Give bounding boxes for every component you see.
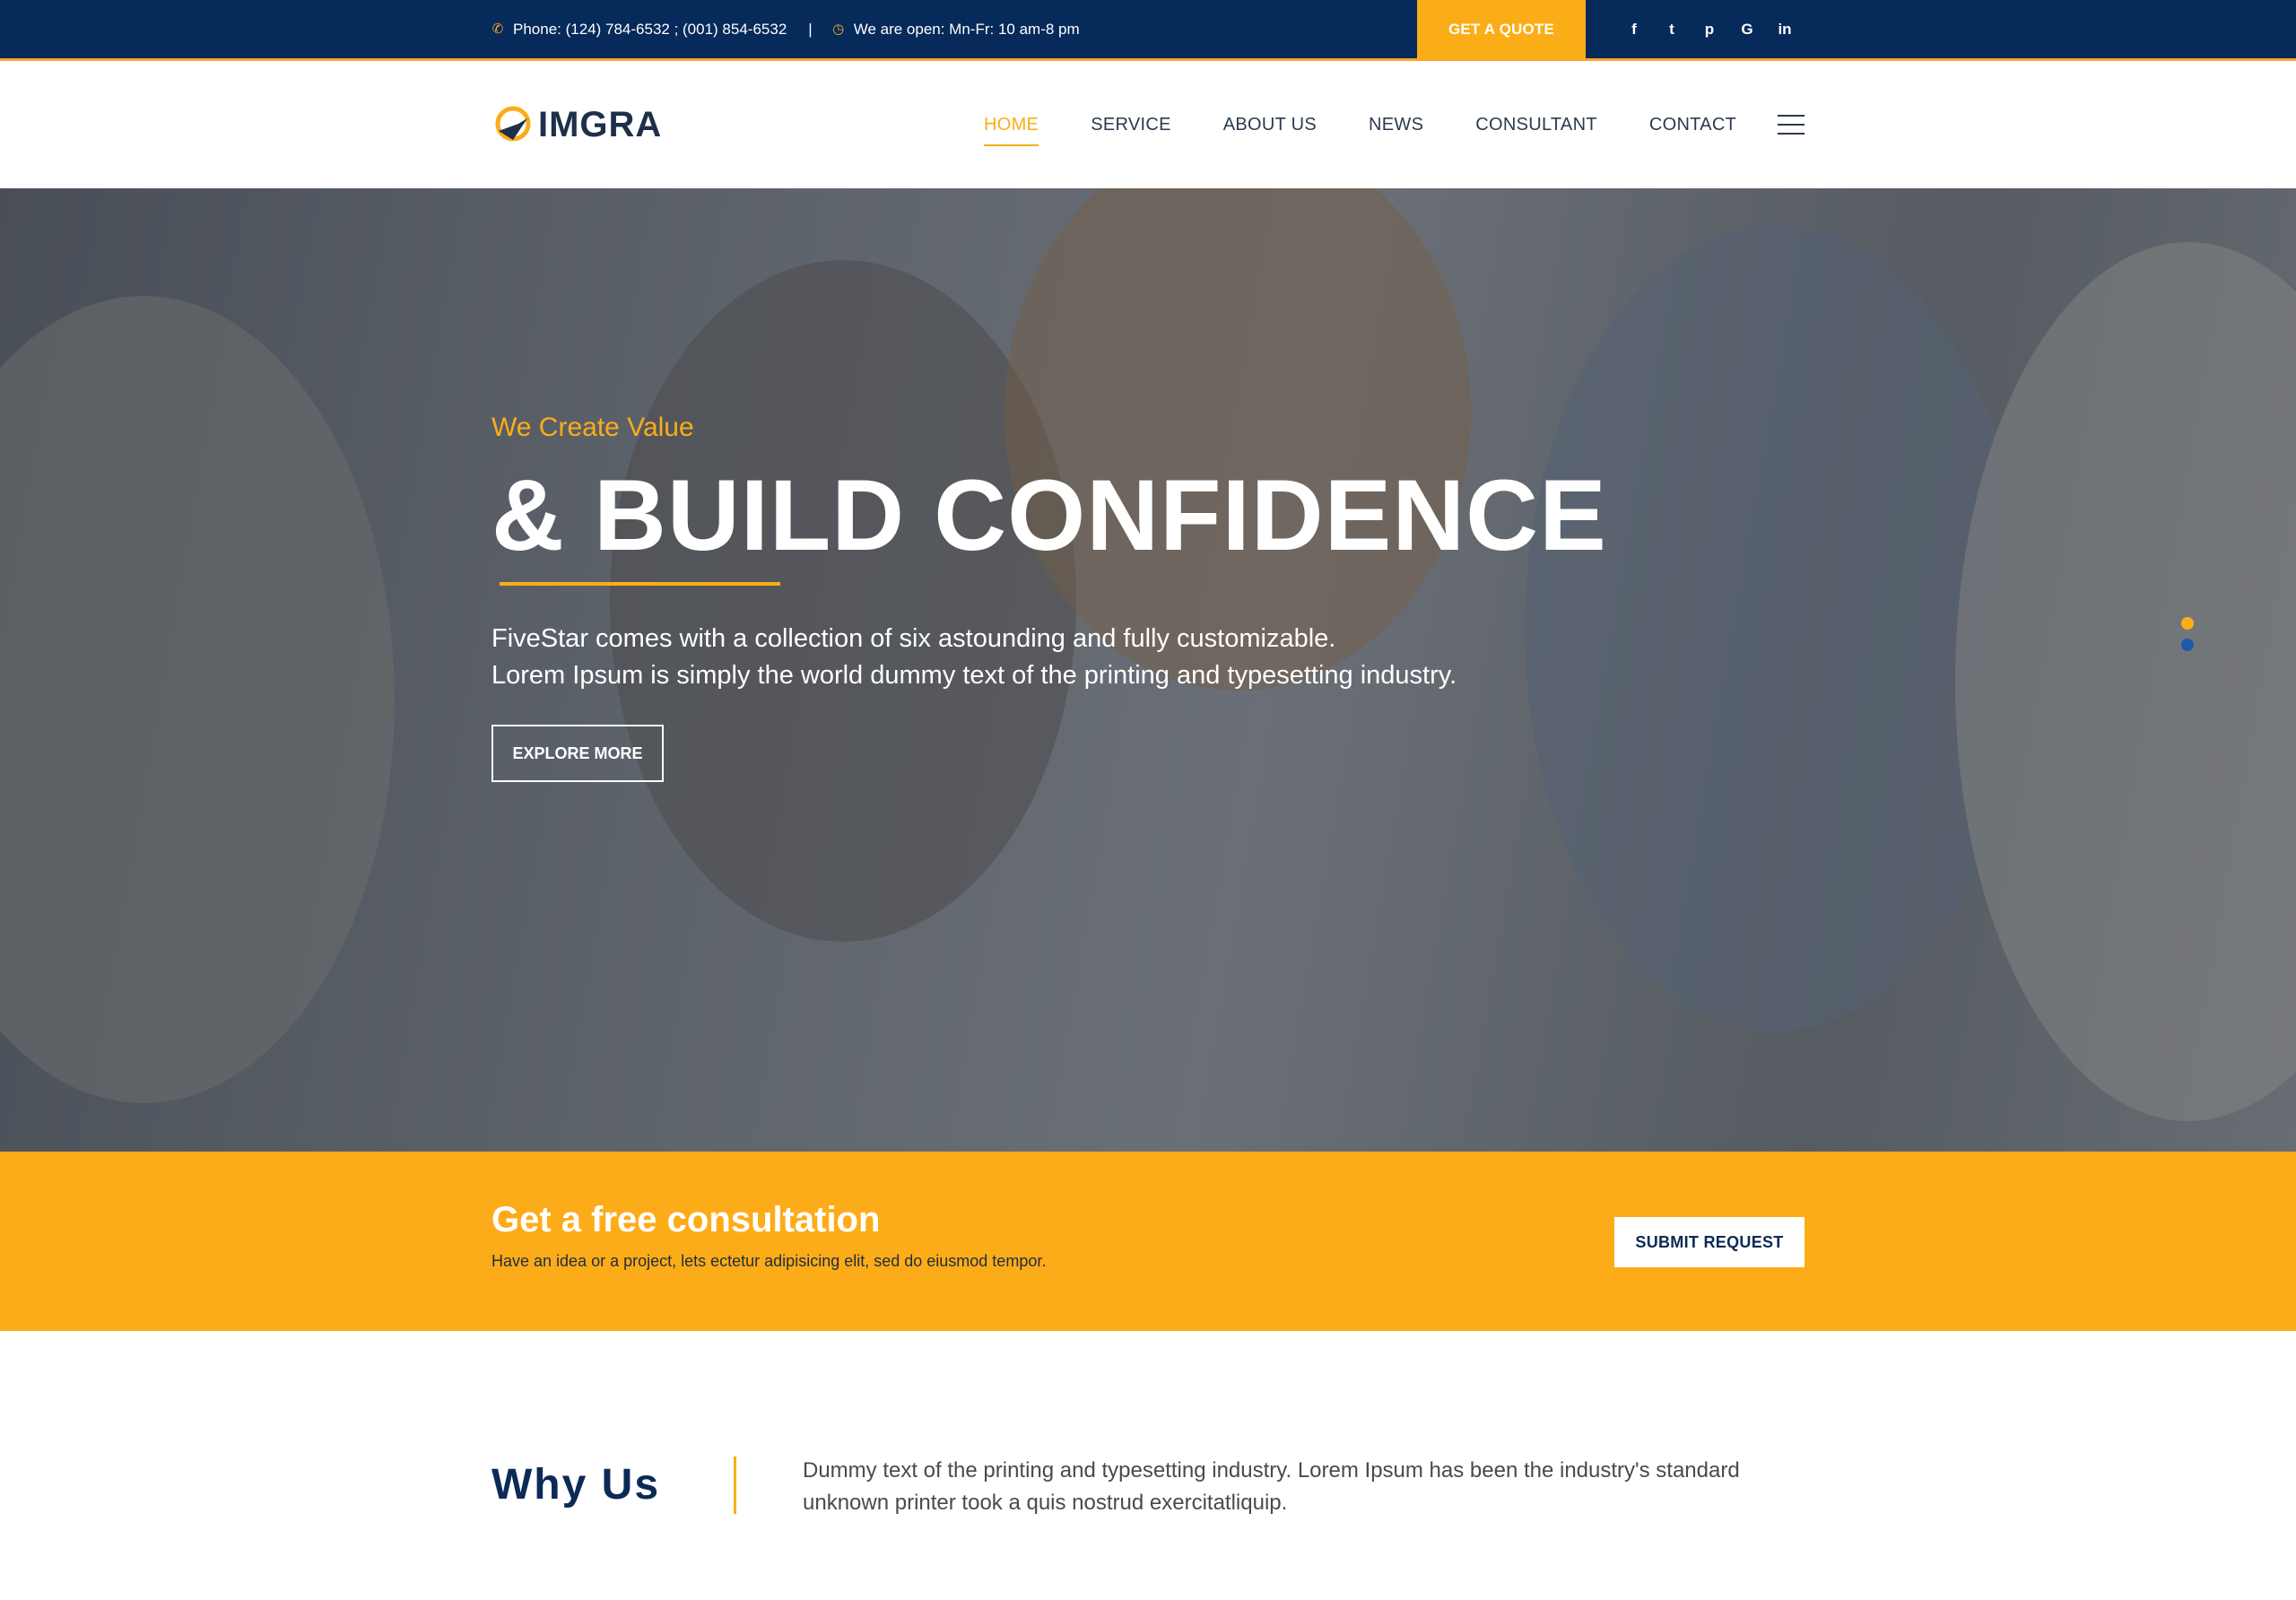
consultation-title: Get a free consultation xyxy=(491,1200,881,1239)
hours-text: We are open: Mn-Fr: 10 am-8 pm xyxy=(853,21,1080,38)
consultation-subtitle: Have an idea or a project, lets ectetur … xyxy=(491,1252,1047,1270)
phone-text: Phone: (124) 784-6532 ; (001) 854-6532 xyxy=(513,21,787,38)
top-contact-info: ✆ Phone: (124) 784-6532 ; (001) 854-6532… xyxy=(491,0,1080,59)
why-us-text: Dummy text of the printing and typesetti… xyxy=(803,1458,1740,1515)
logo-text: IMGRA xyxy=(538,104,663,144)
phone-icon: ✆ xyxy=(491,22,504,37)
pinterest-icon[interactable]: p xyxy=(1700,21,1718,39)
social-links: f t p G in xyxy=(1625,0,1813,59)
why-us-title: Why Us xyxy=(491,1461,661,1509)
main-navbar: IMGRA HOME SERVICE ABOUT US NEWS CONSULT… xyxy=(0,61,2296,188)
hero-description: FiveStar comes with a collection of six … xyxy=(491,621,1457,694)
explore-more-button[interactable]: EXPLORE MORE xyxy=(491,725,664,782)
nav-item-about-us[interactable]: ABOUT US xyxy=(1223,115,1317,135)
nav-menu: HOME SERVICE ABOUT US NEWS CONSULTANT CO… xyxy=(984,61,1788,188)
hero-headline: & BUILD CONFIDENCE xyxy=(491,459,1607,571)
twitter-icon[interactable]: t xyxy=(1663,21,1681,39)
get-quote-button[interactable]: GET A QUOTE xyxy=(1417,0,1586,59)
nav-item-consultant[interactable]: CONSULTANT xyxy=(1475,115,1597,135)
logo-mark-icon xyxy=(495,106,531,142)
submit-request-button[interactable]: SUBMIT REQUEST xyxy=(1614,1217,1805,1267)
hero-headline-underline xyxy=(500,582,780,586)
top-bar: ✆ Phone: (124) 784-6532 ; (001) 854-6532… xyxy=(0,0,2296,61)
nav-item-contact[interactable]: CONTACT xyxy=(1649,115,1736,135)
nav-item-home[interactable]: HOME xyxy=(984,115,1039,146)
why-us-section: Why Us Dummy text of the printing and ty… xyxy=(0,1331,2296,1600)
hero-desc-line-2: Lorem Ipsum is simply the world dummy te… xyxy=(491,661,1457,690)
slider-dot-active[interactable] xyxy=(2181,617,2194,630)
site-logo[interactable]: IMGRA xyxy=(491,100,662,149)
menu-hamburger-icon[interactable] xyxy=(1778,115,1805,135)
facebook-icon[interactable]: f xyxy=(1625,21,1643,39)
google-icon[interactable]: G xyxy=(1738,21,1756,39)
linkedin-icon[interactable]: in xyxy=(1776,21,1794,39)
clock-icon: ◷ xyxy=(832,22,845,37)
slider-dot[interactable] xyxy=(2181,639,2194,651)
hero-desc-line-1: FiveStar comes with a collection of six … xyxy=(491,624,1336,653)
consultation-banner: Get a free consultation Have an idea or … xyxy=(0,1152,2296,1331)
nav-item-service[interactable]: SERVICE xyxy=(1091,115,1171,135)
why-us-divider xyxy=(734,1457,736,1514)
nav-item-news[interactable]: NEWS xyxy=(1369,115,1423,135)
hero-kicker: We Create Value xyxy=(491,413,694,442)
contact-separator: | xyxy=(808,21,813,38)
hero-slider: We Create Value & BUILD CONFIDENCE FiveS… xyxy=(0,188,2296,1152)
